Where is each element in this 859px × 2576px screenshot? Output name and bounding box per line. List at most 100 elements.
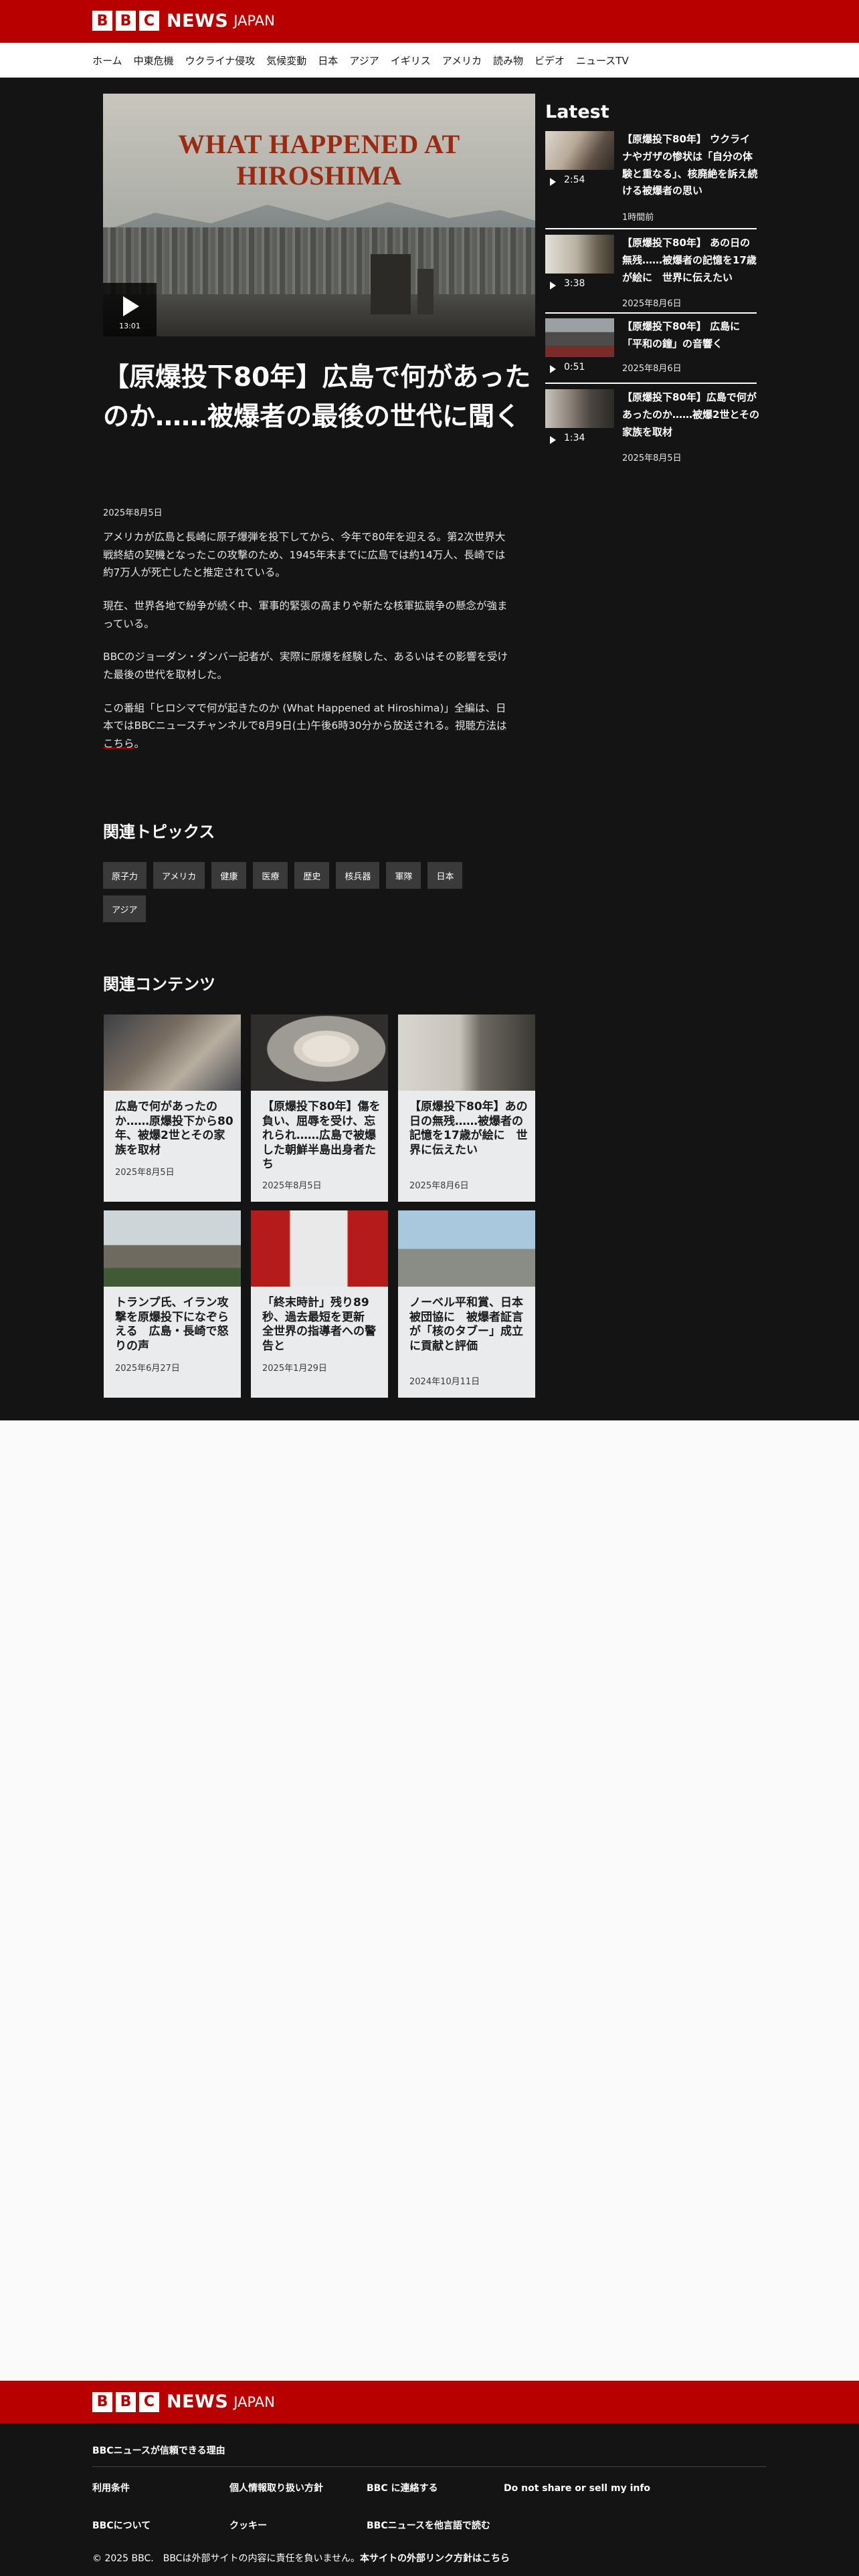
topic-tag[interactable]: 軍隊 (386, 862, 421, 889)
related-content-title: 関連コンテンツ (103, 975, 215, 994)
topic-tags: 原子力 アメリカ 健康 医療 歴史 核兵器 軍隊 日本 アジア (103, 862, 518, 929)
card-thumbnail-image (104, 1014, 241, 1091)
latest-duration: 0:51 (564, 362, 585, 372)
latest-separator (545, 312, 757, 314)
card-date: 2024年10月11日 (409, 1377, 480, 1387)
article-paragraph: BBCのジョーダン・ダンバー記者が、実際に原爆を経験した、あるいはその影響を受け… (103, 651, 508, 681)
logo-news-text: NEWS (167, 10, 229, 31)
logo-japan-text: JAPAN (233, 13, 275, 29)
latest-item-title: 【原爆投下80年】 広島に「平和の鐘」の音響く (622, 320, 741, 350)
topic-tag[interactable]: 健康 (211, 862, 247, 889)
card-thumbnail-image (398, 1014, 535, 1091)
latest-title: Latest (545, 102, 609, 122)
related-card[interactable]: ノーベル平和賞、日本被団協に 被爆者証言が「核のタブー」成立に貢献と評価 202… (398, 1210, 535, 1398)
topic-tag[interactable]: アジア (103, 895, 147, 922)
bbc-news-japan-logo[interactable]: B B C NEWS JAPAN (92, 10, 275, 31)
card-date: 2025年1月29日 (262, 1364, 327, 1374)
nav-item-news-tv[interactable]: ニュースTV (576, 53, 629, 68)
footer-link-terms[interactable]: 利用条件 (92, 2482, 130, 2494)
card-date: 2025年8月5日 (262, 1181, 322, 1191)
video-thumbnail-ruin-2 (417, 269, 434, 314)
broadcast-text: この番組「ヒロシマで何が起きたのか (What Happened at Hiro… (103, 702, 506, 732)
top-bar: B B C NEWS JAPAN (0, 0, 859, 43)
related-card[interactable]: 【原爆投下80年】あの日の無残……被爆者の記憶を17歳が絵に 世界に伝えたい 2… (398, 1014, 535, 1202)
footer-link-about[interactable]: BBCについて (92, 2520, 151, 2532)
card-title: トランプ氏、イラン攻撃を原爆投下になぞらえる 広島・長崎で怒りの声 (115, 1296, 229, 1353)
video-thumbnail-ruin (371, 254, 411, 314)
logo-letter-b1: B (92, 2391, 112, 2412)
card-thumbnail-image (104, 1210, 241, 1287)
related-card[interactable]: 広島で何があったのか……原爆投下から80年、被爆2世とその家族を取材 2025年… (104, 1014, 241, 1202)
latest-item-title: 【原爆投下80年】 ウクライナやガザの惨状は「自分の体験と重なる」、核廃絶を訴え… (622, 133, 758, 197)
topic-tag[interactable]: 歴史 (294, 862, 330, 889)
footer-copyright: © 2025 BBC. BBCは外部サイトの内容に責任を負いません。本サイトの外… (92, 2551, 510, 2565)
why-trust-bbc-link[interactable]: BBCニュースが信頼できる理由 (92, 2444, 225, 2457)
nav-item-video[interactable]: ビデオ (535, 53, 565, 68)
copyright-text: © 2025 BBC. BBCは外部サイトの内容に責任を負いません。 (92, 2553, 361, 2564)
logo-letter-b1: B (92, 11, 112, 31)
latest-separator (545, 228, 757, 229)
card-title: 【原爆投下80年】あの日の無残……被爆者の記憶を17歳が絵に 世界に伝えたい (409, 1100, 528, 1157)
nav-item-ukraine[interactable]: ウクライナ侵攻 (185, 53, 256, 68)
topic-tag[interactable]: 日本 (427, 862, 463, 889)
latest-duration: 1:34 (564, 433, 585, 443)
nav-item-japan[interactable]: 日本 (318, 53, 338, 68)
topic-tag[interactable]: 核兵器 (336, 862, 380, 889)
card-title: ノーベル平和賞、日本被団協に 被爆者証言が「核のタブー」成立に貢献と評価 (409, 1296, 523, 1353)
video-player[interactable]: WHAT HAPPENED AT HIROSHIMA 13:01 (103, 94, 535, 336)
video-play-button[interactable]: 13:01 (103, 283, 157, 336)
card-thumbnail-image (398, 1210, 535, 1287)
nav-item-home[interactable]: ホーム (92, 53, 122, 68)
topic-tag[interactable]: 原子力 (103, 862, 147, 889)
footer-link-privacy[interactable]: 個人情報取り扱い方針 (229, 2482, 323, 2494)
nav-item-features[interactable]: 読み物 (493, 53, 523, 68)
latest-thumbnail-image (545, 318, 614, 357)
video-duration: 13:01 (119, 322, 140, 330)
nav-item-climate[interactable]: 気候変動 (266, 53, 306, 68)
site-footer: B B C NEWS JAPAN BBCニュースが信頼できる理由 利用条件 個人… (0, 2381, 859, 2576)
card-thumbnail-image (251, 1014, 388, 1091)
footer-logo[interactable]: B B C NEWS JAPAN (92, 2391, 275, 2412)
latest-thumbnail-image (545, 131, 614, 170)
nav-item-asia[interactable]: アジア (349, 53, 379, 68)
related-card[interactable]: 「終末時計」残り89秒、過去最短を更新 全世界の指導者への警告と 2025年1月… (251, 1210, 388, 1398)
footer-link-cookies[interactable]: クッキー (229, 2520, 267, 2532)
footer-link-contact[interactable]: BBC に連絡する (367, 2482, 438, 2494)
main-navigation: ホーム 中東危機 ウクライナ侵攻 気候変動 日本 アジア イギリス アメリカ 読… (0, 43, 859, 78)
nav-item-uk[interactable]: イギリス (391, 53, 431, 68)
latest-item-title: 【原爆投下80年】 あの日の無残……被爆者の記憶を17歳が絵に 世界に伝えたい (622, 237, 757, 284)
broadcast-end: 。 (134, 737, 145, 750)
video-thumbnail-ground (103, 294, 535, 336)
logo-letter-c: C (139, 11, 159, 31)
latest-item[interactable]: 1:34 【原爆投下80年】広島で何があったのか……被爆2世とその家族を取材 2… (545, 389, 759, 464)
footer-link-do-not-sell[interactable]: Do not share or sell my info (504, 2482, 651, 2494)
play-icon (550, 436, 556, 444)
article-body: アメリカが広島と長崎に原子爆弾を投下してから、今年で80年を迎える。第2次世界大… (103, 528, 508, 768)
footer-link-other-languages[interactable]: BBCニュースを他言語で読む (367, 2520, 490, 2532)
video-title-overlay: WHAT HAPPENED AT HIROSHIMA (178, 129, 460, 191)
latest-item[interactable]: 2:54 【原爆投下80年】 ウクライナやガザの惨状は「自分の体験と重なる」、核… (545, 131, 758, 225)
latest-item[interactable]: 0:51 【原爆投下80年】 広島に「平和の鐘」の音響く 2025年8月6日 (545, 318, 757, 376)
latest-thumbnail-image (545, 389, 614, 428)
latest-separator (545, 383, 757, 384)
latest-item[interactable]: 3:38 【原爆投下80年】 あの日の無残……被爆者の記憶を17歳が絵に 世界に… (545, 235, 757, 309)
external-link-policy-link[interactable]: 本サイトの外部リンク方針はこちら (360, 2553, 510, 2564)
latest-duration: 3:38 (564, 278, 585, 289)
nav-item-us[interactable]: アメリカ (442, 53, 482, 68)
card-title: 【原爆投下80年】傷を負い、屈辱を受け、忘れられ……広島で被爆した朝鮮半島出身者… (262, 1100, 381, 1172)
card-date: 2025年6月27日 (115, 1364, 180, 1374)
card-date: 2025年8月5日 (115, 1168, 175, 1178)
related-topics-title: 関連トピックス (103, 823, 215, 841)
footer-divider (92, 2466, 767, 2467)
related-card[interactable]: 【原爆投下80年】傷を負い、屈辱を受け、忘れられ……広島で被爆した朝鮮半島出身者… (251, 1014, 388, 1202)
logo-japan-text: JAPAN (233, 2393, 275, 2410)
nav-item-middle-east[interactable]: 中東危機 (134, 53, 174, 68)
topic-tag[interactable]: アメリカ (153, 862, 205, 889)
article-headline: 【原爆投下80年】広島で何があったのか……被爆者の最後の世代に聞く (103, 362, 531, 432)
logo-letter-b2: B (116, 11, 136, 31)
logo-news-text: NEWS (167, 2391, 229, 2412)
latest-item-date: 2025年8月6日 (622, 299, 682, 309)
related-card[interactable]: トランプ氏、イラン攻撃を原爆投下になぞらえる 広島・長崎で怒りの声 2025年6… (104, 1210, 241, 1398)
article-paragraph-broadcast: この番組「ヒロシマで何が起きたのか (What Happened at Hiro… (103, 700, 508, 753)
topic-tag[interactable]: 医療 (253, 862, 288, 889)
